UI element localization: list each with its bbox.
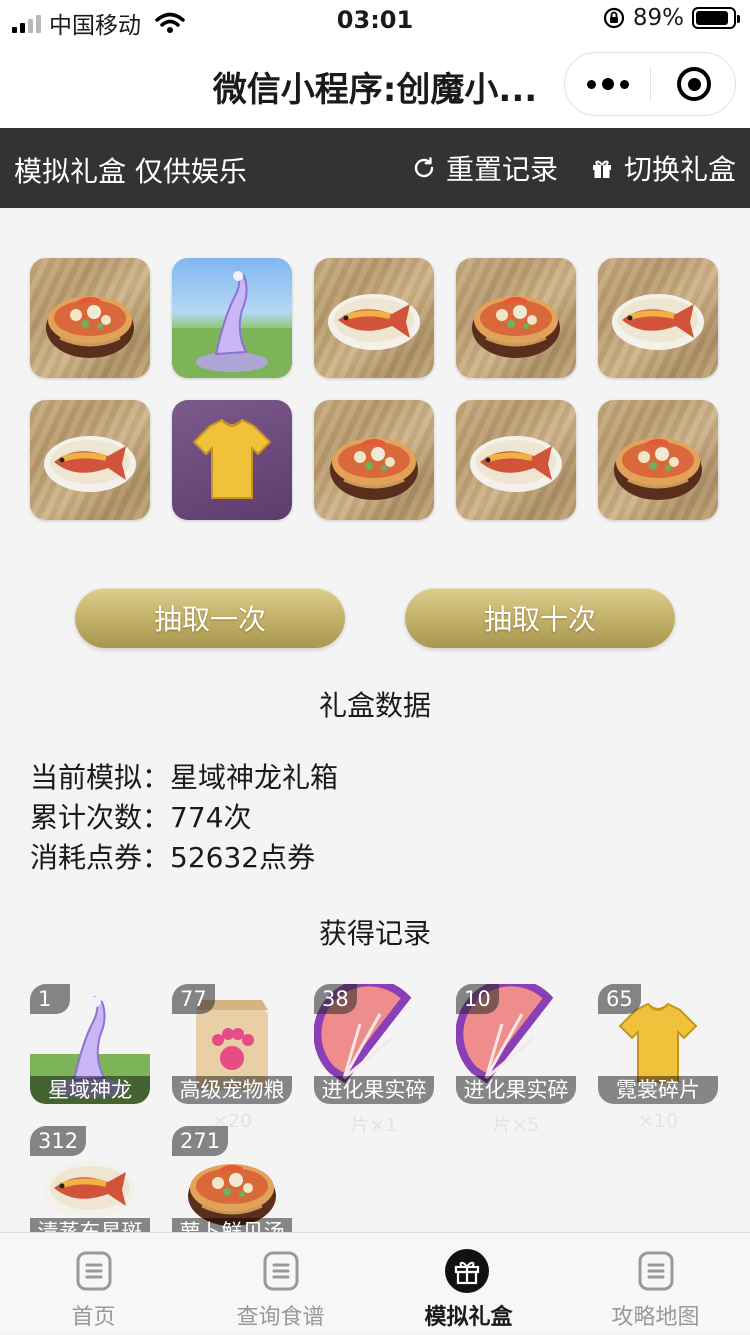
battery-icon <box>692 7 740 29</box>
prize-tile <box>172 258 292 378</box>
tab-gift[interactable]: 模拟礼盒 <box>375 1233 562 1335</box>
reset-record-label: 重置记录 <box>446 153 559 186</box>
stat-cost-value: 52632点券 <box>170 841 316 874</box>
records-grid: 1 星域神龙 77 高级宠物粮 38 进化果实碎 10 进化果实碎 65 霓裳碎… <box>30 984 720 1232</box>
tab-home[interactable]: 首页 <box>0 1233 187 1335</box>
prize-tile <box>30 400 150 520</box>
stat-current-value: 星域神龙礼箱 <box>170 761 339 794</box>
switch-gift-button[interactable]: 切换礼盒 <box>590 148 736 188</box>
prize-tile <box>314 400 434 520</box>
record-sub: 片×5 <box>492 1114 540 1136</box>
battery-level <box>696 11 729 25</box>
steamed-fish-icon <box>44 436 136 492</box>
record-sub: 片×1 <box>350 1114 398 1136</box>
prize-tile <box>456 400 576 520</box>
mini-program-capsule <box>564 52 736 116</box>
record-name: 清蒸东星斑 <box>30 1218 150 1232</box>
refresh-icon <box>414 157 434 178</box>
status-right: 89% <box>603 5 740 31</box>
record-count: 10 <box>456 984 499 1014</box>
record-item: 65 霓裳碎片 <box>598 984 718 1104</box>
close-button[interactable] <box>651 53 737 115</box>
prize-tile <box>172 400 292 520</box>
record-item: 271 萝卜鲜贝汤 <box>172 1126 292 1232</box>
steamed-fish-icon <box>612 294 704 350</box>
record-count: 38 <box>314 984 357 1014</box>
map-doc-icon <box>638 1251 674 1291</box>
record-item: 312 清蒸东星斑 <box>30 1126 150 1232</box>
more-dot-icon <box>602 78 614 90</box>
close-target-icon <box>677 67 711 101</box>
page-title: 微信小程序:创魔小... <box>212 70 538 110</box>
reset-record-button[interactable]: 重置记录 <box>412 148 558 188</box>
status-bar: 中国移动 03:01 89% <box>0 0 750 40</box>
battery-percent: 89% <box>632 5 684 31</box>
record-name: 高级宠物粮 <box>172 1076 292 1104</box>
prize-tile <box>314 258 434 378</box>
tab-map[interactable]: 攻略地图 <box>562 1233 749 1335</box>
stat-count: 累计次数：774次 <box>30 798 338 838</box>
record-count: 1 <box>30 984 70 1014</box>
stat-current: 当前模拟：星域神龙礼箱 <box>30 758 338 798</box>
record-name: 萝卜鲜贝汤 <box>172 1218 292 1232</box>
shellfish-soup-icon <box>614 438 702 500</box>
star-dragon-icon <box>172 269 292 378</box>
record-item: 38 进化果实碎 <box>314 984 434 1104</box>
stat-current-label: 当前模拟： <box>30 761 171 794</box>
switch-gift-label: 切换礼盒 <box>624 153 737 186</box>
record-name: 星域神龙 <box>30 1076 150 1104</box>
record-count: 312 <box>30 1126 87 1156</box>
shellfish-soup-icon <box>46 296 134 358</box>
record-item: 10 进化果实碎 <box>456 984 576 1104</box>
record-count: 65 <box>598 984 641 1014</box>
tab-recipes-label: 查询食谱 <box>236 1305 325 1330</box>
recipe-doc-icon <box>263 1251 299 1291</box>
more-dot-icon <box>620 79 629 89</box>
draw-once-button[interactable]: 抽取一次 <box>75 588 345 648</box>
records-title: 获得记录 <box>318 917 431 950</box>
gift-icon <box>593 160 611 178</box>
record-name: 进化果实碎 <box>456 1076 576 1104</box>
stat-cost: 消耗点券：52632点券 <box>30 838 338 878</box>
stat-count-value: 774次 <box>170 801 252 834</box>
home-doc-icon <box>76 1251 112 1291</box>
tab-bar: 首页 查询食谱 模拟礼盒 攻略地图 <box>0 1232 750 1334</box>
draw-ten-button[interactable]: 抽取十次 <box>405 588 675 648</box>
record-count: 271 <box>172 1126 229 1156</box>
prize-tile <box>598 400 718 520</box>
stats-panel: 当前模拟：星域神龙礼箱 累计次数：774次 消耗点券：52632点券 <box>30 758 338 878</box>
more-dot-icon <box>587 79 596 89</box>
steamed-fish-icon <box>470 436 562 492</box>
toolbar: 模拟礼盒 仅供娱乐 重置记录 切换礼盒 <box>0 128 750 208</box>
toolbar-label: 模拟礼盒 仅供娱乐 <box>14 155 247 188</box>
prize-tile <box>598 258 718 378</box>
tab-home-label: 首页 <box>71 1305 116 1330</box>
record-count: 77 <box>172 984 215 1014</box>
more-button[interactable] <box>565 53 651 115</box>
shellfish-soup-icon <box>472 296 560 358</box>
yellow-shirt-icon <box>192 418 272 499</box>
prize-tile <box>456 258 576 378</box>
prize-tile <box>30 258 150 378</box>
rotation-lock-icon <box>603 7 624 29</box>
record-item: 1 星域神龙 <box>30 984 150 1104</box>
steamed-fish-icon <box>328 294 420 350</box>
stat-count-label: 累计次数： <box>30 801 171 834</box>
stat-cost-label: 消耗点券： <box>30 841 171 874</box>
shellfish-soup-icon <box>330 438 418 500</box>
record-item: 77 高级宠物粮 <box>172 984 292 1104</box>
record-sub: ×10 <box>637 1110 679 1132</box>
record-name: 进化果实碎 <box>314 1076 434 1104</box>
tab-map-label: 攻略地图 <box>611 1305 700 1330</box>
tab-gift-label: 模拟礼盒 <box>424 1305 513 1330</box>
tab-recipes[interactable]: 查询食谱 <box>187 1233 374 1335</box>
gift-icon <box>445 1249 489 1293</box>
stats-title: 礼盒数据 <box>318 689 431 722</box>
nav-bar: 微信小程序:创魔小... <box>0 40 750 128</box>
record-name: 霓裳碎片 <box>598 1076 718 1104</box>
